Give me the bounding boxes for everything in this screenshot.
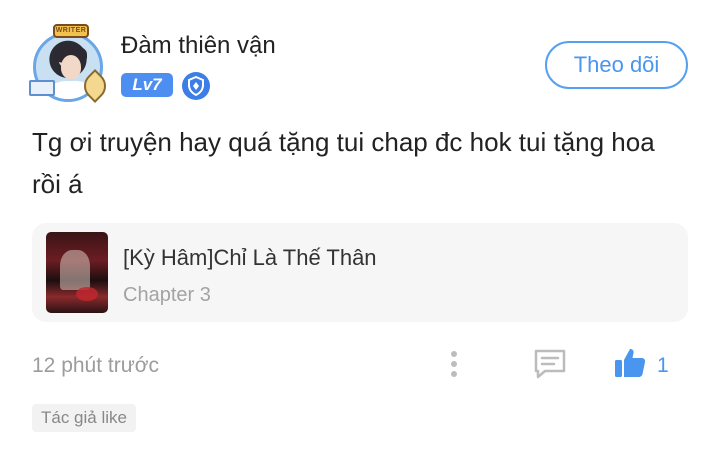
story-cover-image bbox=[46, 232, 108, 313]
story-chapter: Chapter 3 bbox=[123, 284, 211, 306]
more-vertical-icon[interactable] bbox=[443, 346, 465, 382]
story-card[interactable]: [Kỳ Hâm]Chỉ Là Thế Thân Chapter 3 bbox=[32, 223, 688, 322]
thumbs-up-icon[interactable] bbox=[613, 346, 647, 380]
comment-text: Tg ơi truyện hay quá tặng tui chap đc ho… bbox=[32, 127, 655, 199]
avatar[interactable]: WRITER bbox=[25, 24, 112, 104]
level-badge: Lv7 bbox=[121, 73, 173, 97]
book-decoration bbox=[29, 80, 55, 96]
follow-button[interactable]: Theo dõi bbox=[545, 41, 688, 89]
shield-badge-icon bbox=[182, 72, 210, 100]
story-title: [Kỳ Hâm]Chỉ Là Thế Thân bbox=[123, 245, 377, 270]
avatar-frame-badge: WRITER bbox=[53, 24, 89, 38]
timestamp: 12 phút trước bbox=[32, 354, 160, 377]
like-count: 1 bbox=[657, 354, 669, 377]
reply-comment-icon[interactable] bbox=[533, 348, 567, 380]
username[interactable]: Đàm thiên vận bbox=[121, 32, 276, 60]
author-like-tag: Tác giả like bbox=[32, 404, 136, 432]
comment-card: WRITER Đàm thiên vận Lv7 Theo dõi Tg ơi … bbox=[0, 0, 717, 454]
